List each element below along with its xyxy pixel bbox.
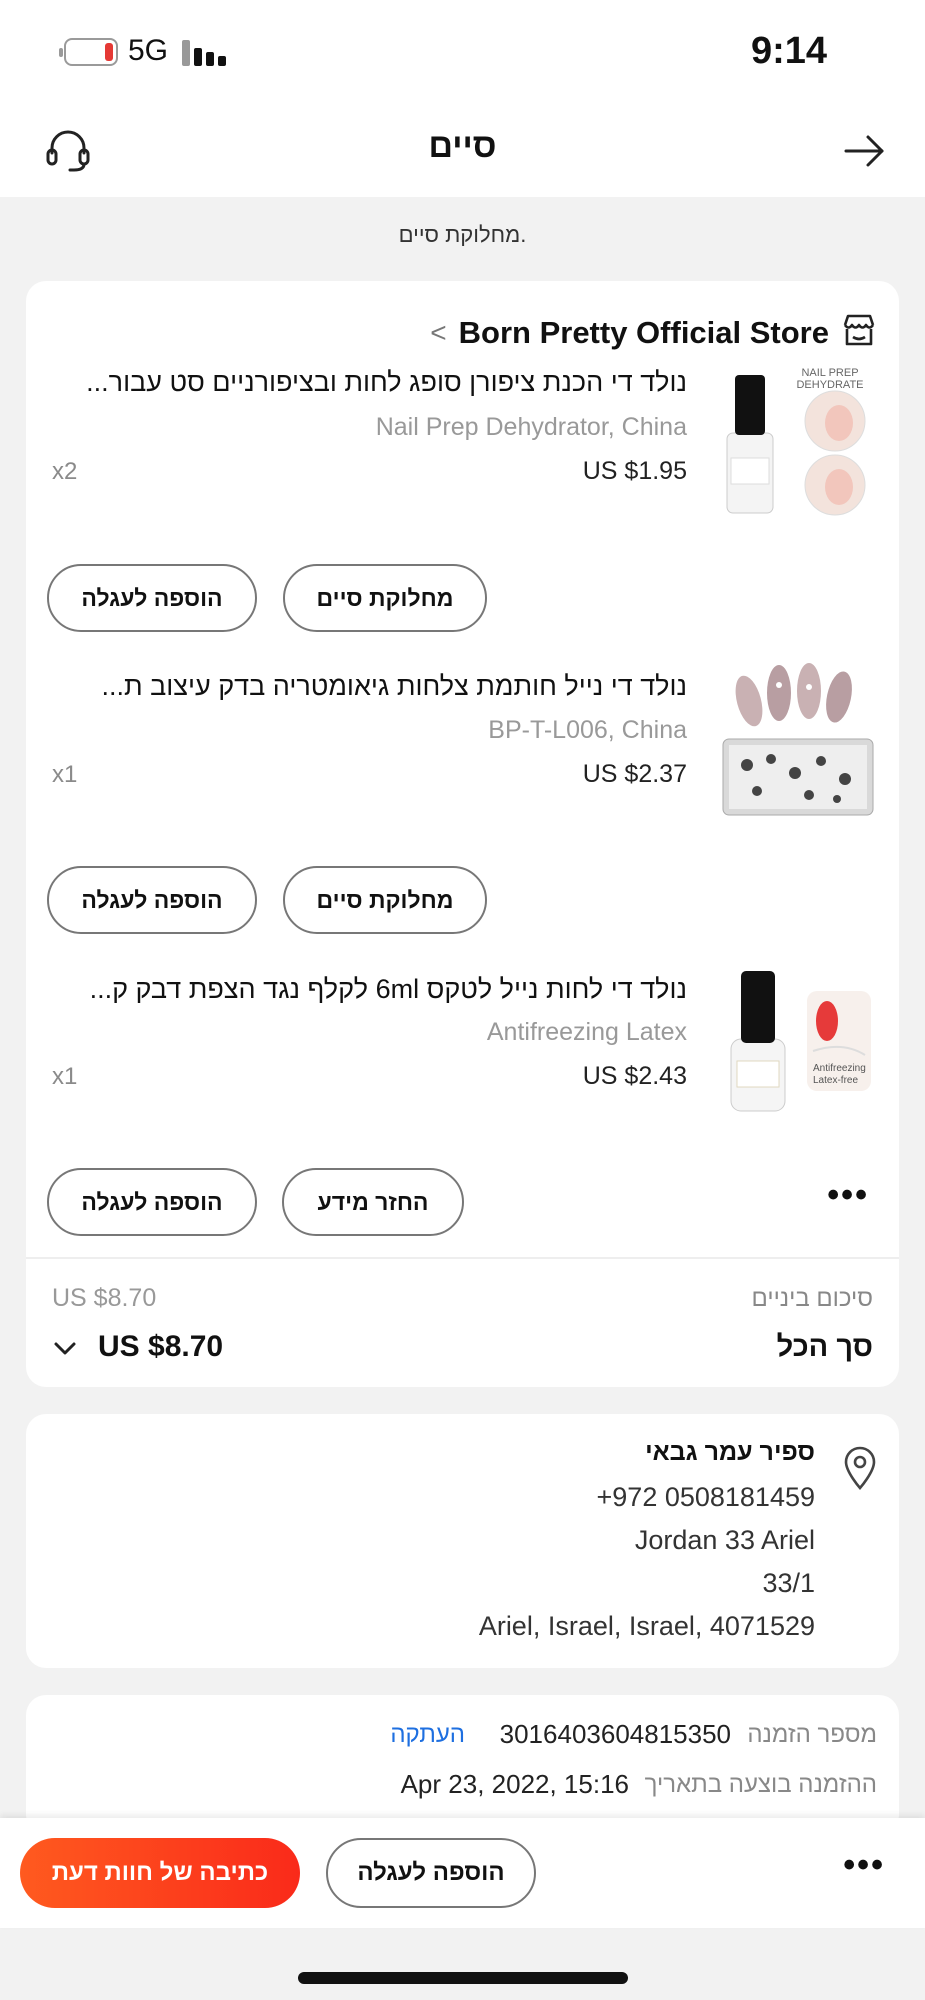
battery-icon — [59, 38, 118, 66]
shipping-address-card: ספיר עמר גבאי +972 0508181459 Jordan 33 … — [26, 1414, 899, 1668]
signal-icon — [182, 38, 228, 66]
product-quantity: x2 — [52, 458, 78, 485]
location-pin-icon — [843, 1446, 877, 1495]
bottom-action-bar: כתיבה של חוות דעת הוספה לעגלה ••• — [0, 1818, 925, 1928]
order-date-label: ההזמנה בוצעה בתאריך — [644, 1771, 877, 1798]
store-icon — [841, 313, 877, 352]
chevron-down-icon[interactable] — [52, 1335, 78, 1366]
product-image[interactable]: Antifreezing Latex-free — [717, 961, 877, 1121]
product-price: US $2.37 — [582, 760, 687, 788]
copy-link[interactable]: העתקה — [390, 1721, 465, 1749]
product-title[interactable]: נולד די הכנת ציפורן סופג לחות ובציפורניי… — [47, 367, 687, 398]
app-header: סיים — [0, 105, 925, 197]
dispute-button[interactable]: מחלוקת סיים — [283, 564, 487, 632]
write-review-button[interactable]: כתיבה של חוות דעת — [20, 1838, 300, 1908]
subtotal-label: סיכום ביניים — [751, 1285, 873, 1312]
recipient-name: ספיר עמר גבאי — [645, 1438, 815, 1466]
network-label: 5G — [128, 34, 169, 67]
order-items-card: Born Pretty Official Store < NAIL PREP D… — [26, 281, 899, 1387]
more-options-icon[interactable]: ••• — [843, 1846, 885, 1885]
dispute-button[interactable]: מחלוקת סיים — [283, 866, 487, 934]
store-link[interactable]: Born Pretty Official Store < — [430, 313, 877, 352]
product-sku: BP-T-L006, China — [488, 716, 687, 744]
status-message: מחלוקת סיים. — [398, 222, 527, 247]
arrow-right-icon[interactable] — [837, 123, 893, 179]
total-value: US $8.70 — [98, 1330, 224, 1363]
add-to-cart-button[interactable]: הוספה לעגלה — [47, 1168, 257, 1236]
product-image-label: Antifreezing Latex-free — [813, 1063, 866, 1086]
recipient-phone: +972 0508181459 — [596, 1482, 815, 1512]
divider — [26, 1257, 899, 1259]
address-city: Ariel, Israel, Israel, 4071529 — [478, 1611, 815, 1641]
order-number: 3016403604815350 — [499, 1719, 731, 1749]
product-image[interactable] — [717, 661, 877, 821]
store-name: Born Pretty Official Store — [458, 314, 829, 350]
product-sku: Antifreezing Latex — [486, 1018, 687, 1046]
order-date: Apr 23, 2022, 15:16 — [400, 1769, 629, 1799]
refund-info-button[interactable]: החזר מידע — [282, 1168, 464, 1236]
product-sku: Nail Prep Dehydrator, China — [375, 413, 687, 441]
status-bar: 5G 9:14 — [0, 0, 925, 105]
chevron-left-icon: < — [430, 316, 447, 348]
page-title: סיים — [428, 127, 497, 165]
product-image[interactable]: NAIL PREP DEHYDRATE — [717, 363, 877, 523]
product-title[interactable]: נולד די לחות נייל לטקס 6ml לקלף נגד הצפת… — [47, 974, 687, 1005]
add-to-cart-button[interactable]: הוספה לעגלה — [47, 866, 257, 934]
address-unit: 33/1 — [762, 1568, 815, 1598]
home-indicator — [298, 1972, 628, 1984]
product-quantity: x1 — [52, 761, 78, 788]
product-image-label: NAIL PREP DEHYDRATE — [796, 367, 864, 391]
order-info-card: מספר הזמנה 3016403604815350 העתקה ההזמנה… — [26, 1695, 899, 1835]
order-number-label: מספר הזמנה — [747, 1721, 877, 1748]
total-label: סך הכל — [776, 1331, 873, 1363]
subtotal-value: US $8.70 — [52, 1284, 157, 1312]
product-title[interactable]: נולד די נייל חותמת צלחות גיאומטריה בדק ע… — [47, 671, 687, 702]
clock: 9:14 — [750, 30, 827, 72]
product-quantity: x1 — [52, 1063, 78, 1090]
address-street: Jordan 33 Ariel — [634, 1525, 815, 1555]
product-price: US $1.95 — [582, 457, 687, 485]
product-price: US $2.43 — [582, 1062, 687, 1090]
more-options-icon[interactable]: ••• — [827, 1176, 869, 1215]
add-to-cart-button[interactable]: הוספה לעגלה — [326, 1838, 536, 1908]
add-to-cart-button[interactable]: הוספה לעגלה — [47, 564, 257, 632]
